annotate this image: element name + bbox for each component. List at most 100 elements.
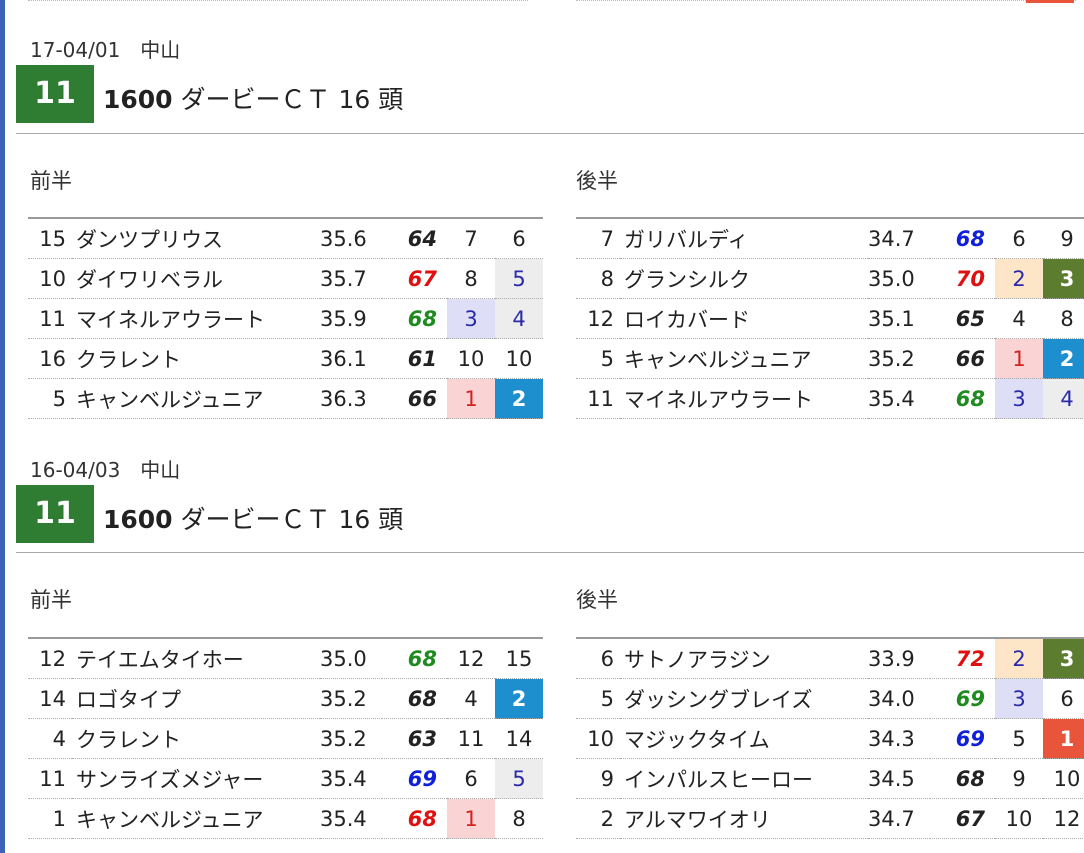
horse-number: 12	[28, 638, 72, 679]
second-half-table: 6 サトノアラジン 33.9 72 2 3 5 ダッシングブレイズ 34.0 69 3 6 10 マジック…	[576, 637, 1084, 839]
horse-row[interactable]: 10 マジックタイム 34.3 69 5 1	[576, 718, 1084, 759]
horse-number: 11	[28, 298, 72, 339]
race-title[interactable]: 1600 ダービーＣＴ 16 頭	[103, 80, 403, 116]
speed-index: 63	[382, 718, 447, 759]
speed-index: 66	[930, 338, 995, 379]
race-number-badge[interactable]: 11	[16, 65, 94, 123]
horse-number: 12	[576, 298, 620, 339]
speed-index: 68	[382, 798, 447, 839]
horse-row[interactable]: 12 テイエムタイホー 35.0 68 12 15	[28, 638, 543, 679]
horse-name[interactable]: クラレント	[72, 718, 320, 759]
horse-row[interactable]: 11 マイネルアウラート 35.9 68 3 4	[28, 298, 543, 339]
split-time: 36.3	[320, 378, 382, 419]
finish-rank: 8	[1043, 298, 1084, 339]
speed-index: 64	[382, 218, 447, 259]
split-rank: 5	[995, 718, 1043, 759]
speed-index: 68	[382, 638, 447, 679]
horse-number: 6	[576, 638, 620, 679]
speed-index: 68	[382, 298, 447, 339]
horse-number: 5	[28, 378, 72, 419]
speed-index: 67	[382, 258, 447, 299]
second-half-table: 7 ガリバルディ 34.7 68 6 9 8 グランシルク 35.0 70 2 3 12 ロイカバード 35…	[576, 217, 1084, 419]
horse-name[interactable]: キャンベルジュニア	[72, 378, 320, 419]
split-time: 35.4	[320, 758, 382, 799]
finish-rank: 9	[1043, 218, 1084, 259]
finish-rank: 2	[495, 678, 543, 719]
finish-rank: 3	[1043, 638, 1084, 679]
split-rank: 4	[995, 298, 1043, 339]
horse-number: 2	[576, 798, 620, 839]
horse-name[interactable]: アルマワイオリ	[620, 798, 868, 839]
split-rank: 11	[447, 718, 495, 759]
finish-rank: 4	[495, 298, 543, 339]
horse-row[interactable]: 6 サトノアラジン 33.9 72 2 3	[576, 638, 1084, 679]
split-rank: 2	[995, 638, 1043, 679]
race-date: 17-04/01 中山	[30, 38, 181, 62]
horse-row[interactable]: 7 ガリバルディ 34.7 68 6 9	[576, 218, 1084, 259]
finish-rank: 2	[1043, 338, 1084, 379]
horse-row[interactable]: 5 ダッシングブレイズ 34.0 69 3 6	[576, 678, 1084, 719]
left-accent-bar	[0, 0, 5, 853]
horse-name[interactable]: ダッシングブレイズ	[620, 678, 868, 719]
horse-name[interactable]: ガリバルディ	[620, 218, 868, 259]
split-time: 34.0	[868, 678, 930, 719]
horse-name[interactable]: ロイカバード	[620, 298, 868, 339]
finish-rank: 3	[1043, 258, 1084, 299]
horse-name[interactable]: キャンベルジュニア	[72, 798, 320, 839]
horse-name[interactable]: テイエムタイホー	[72, 638, 320, 679]
horse-row[interactable]: 9 インパルスヒーロー 34.5 68 9 10	[576, 758, 1084, 799]
horse-name[interactable]: サンライズメジャー	[72, 758, 320, 799]
horse-number: 5	[576, 678, 620, 719]
horse-row[interactable]: 1 キャンベルジュニア 35.4 68 1 8	[28, 798, 543, 839]
split-rank: 3	[995, 678, 1043, 719]
horse-row[interactable]: 11 サンライズメジャー 35.4 69 6 5	[28, 758, 543, 799]
horse-name[interactable]: ロゴタイプ	[72, 678, 320, 719]
race-number-badge[interactable]: 11	[16, 485, 94, 543]
horse-name[interactable]: マジックタイム	[620, 718, 868, 759]
horse-name[interactable]: インパルスヒーロー	[620, 758, 868, 799]
horse-name[interactable]: ダイワリベラル	[72, 258, 320, 299]
race-title[interactable]: 1600 ダービーＣＴ 16 頭	[103, 500, 403, 536]
horse-row[interactable]: 8 グランシルク 35.0 70 2 3	[576, 258, 1084, 299]
horse-name[interactable]: ダンツプリウス	[72, 218, 320, 259]
split-time: 35.2	[320, 718, 382, 759]
horse-name[interactable]: マイネルアウラート	[72, 298, 320, 339]
horse-row[interactable]: 12 ロイカバード 35.1 65 4 8	[576, 298, 1084, 339]
speed-index: 61	[382, 338, 447, 379]
horse-row[interactable]: 4 クラレント 35.2 63 11 14	[28, 718, 543, 759]
horse-row[interactable]: 5 キャンベルジュニア 36.3 66 1 2	[28, 378, 543, 419]
prev-table-bottom-left	[28, 0, 528, 3]
horse-name[interactable]: サトノアラジン	[620, 638, 868, 679]
split-rank: 1	[995, 338, 1043, 379]
speed-index: 69	[382, 758, 447, 799]
horse-name[interactable]: マイネルアウラート	[620, 378, 868, 419]
split-time: 35.7	[320, 258, 382, 299]
horse-number: 16	[28, 338, 72, 379]
split-rank: 8	[447, 258, 495, 299]
second-half-label: 後半	[576, 588, 618, 612]
horse-number: 4	[28, 718, 72, 759]
horse-row[interactable]: 16 クラレント 36.1 61 10 10	[28, 338, 543, 379]
horse-row[interactable]: 2 アルマワイオリ 34.7 67 10 12	[576, 798, 1084, 839]
finish-rank: 14	[495, 718, 543, 759]
first-half-table: 15 ダンツプリウス 35.6 64 7 6 10 ダイワリベラル 35.7 67 8 5 11 マイネル…	[28, 217, 543, 419]
horse-name[interactable]: クラレント	[72, 338, 320, 379]
split-time: 35.1	[868, 298, 930, 339]
split-time: 35.2	[868, 338, 930, 379]
horse-name[interactable]: グランシルク	[620, 258, 868, 299]
finish-rank: 8	[495, 798, 543, 839]
horse-row[interactable]: 11 マイネルアウラート 35.4 68 3 4	[576, 378, 1084, 419]
horse-row[interactable]: 5 キャンベルジュニア 35.2 66 1 2	[576, 338, 1084, 379]
finish-rank: 10	[1043, 758, 1084, 799]
horse-row[interactable]: 15 ダンツプリウス 35.6 64 7 6	[28, 218, 543, 259]
finish-rank: 5	[495, 758, 543, 799]
split-rank: 7	[447, 218, 495, 259]
race-title-rest: ダービーＣＴ 16 頭	[172, 505, 404, 534]
split-time: 34.7	[868, 218, 930, 259]
horse-name[interactable]: キャンベルジュニア	[620, 338, 868, 379]
horse-row[interactable]: 10 ダイワリベラル 35.7 67 8 5	[28, 258, 543, 299]
split-rank: 6	[995, 218, 1043, 259]
speed-index: 66	[382, 378, 447, 419]
split-time: 35.9	[320, 298, 382, 339]
horse-row[interactable]: 14 ロゴタイプ 35.2 68 4 2	[28, 678, 543, 719]
